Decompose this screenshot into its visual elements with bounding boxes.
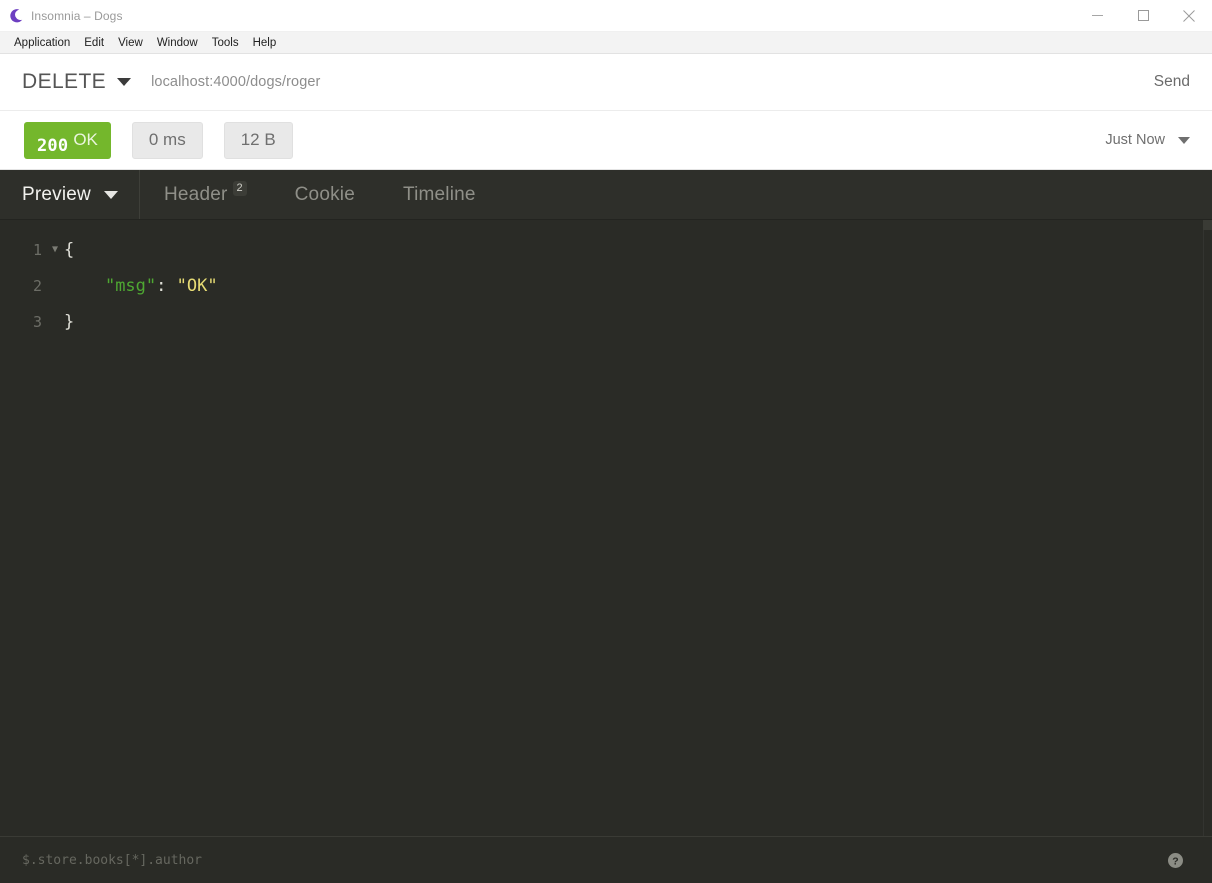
code-line: 1 ▼ {: [0, 232, 1212, 268]
response-history-label: Just Now: [1105, 132, 1165, 148]
tab-preview-label: Preview: [22, 183, 91, 205]
method-label: DELETE: [22, 70, 107, 93]
response-size-badge[interactable]: 12 B: [223, 121, 293, 159]
json-value: "OK": [176, 276, 218, 296]
question-mark-circle-icon[interactable]: ?: [1167, 852, 1184, 869]
tab-timeline-label: Timeline: [402, 183, 476, 205]
fold-arrow-icon[interactable]: ▼: [46, 232, 64, 268]
tab-preview[interactable]: Preview: [0, 170, 140, 219]
status-code: 200: [37, 136, 69, 156]
status-badge[interactable]: 200 OK: [24, 121, 111, 159]
insomnia-moon-icon: [10, 8, 23, 22]
response-history-dropdown[interactable]: Just Now: [1105, 132, 1212, 148]
chevron-down-icon: [103, 190, 118, 199]
menu-item-edit[interactable]: Edit: [77, 34, 111, 52]
maximize-button[interactable]: [1120, 0, 1166, 31]
window-title: Insomnia – Dogs: [31, 8, 123, 23]
line-number: 2: [32, 277, 42, 295]
response-time-badge[interactable]: 0 ms: [131, 121, 203, 159]
tab-cookie[interactable]: Cookie: [271, 170, 379, 219]
menu-item-view[interactable]: View: [111, 34, 150, 52]
title-bar-left: Insomnia – Dogs: [0, 8, 123, 24]
code-line: 3 }: [0, 304, 1212, 340]
json-key: "msg": [104, 276, 157, 296]
tab-cookie-label: Cookie: [294, 183, 355, 205]
menu-item-window[interactable]: Window: [150, 34, 205, 52]
status-text: OK: [73, 130, 98, 149]
menu-item-tools[interactable]: Tools: [205, 34, 246, 52]
request-url-bar: DELETE localhost:4000/dogs/roger Send: [0, 54, 1212, 111]
svg-text:?: ?: [1172, 855, 1178, 867]
json-close-brace: }: [64, 312, 75, 332]
header-count-badge: 2: [232, 181, 247, 196]
chevron-down-icon: [1178, 136, 1190, 144]
line-number: 3: [32, 313, 42, 331]
filter-input[interactable]: [22, 852, 722, 868]
minimize-icon: [1091, 15, 1103, 16]
menu-item-help[interactable]: Help: [246, 34, 284, 52]
response-filter-bar: ?: [0, 836, 1212, 883]
line-number: 1: [32, 241, 42, 259]
code-line: 2 "msg" : "OK": [0, 268, 1212, 304]
insomnia-window: Insomnia – Dogs Application Edit View Wi…: [0, 0, 1212, 883]
response-tab-bar: Preview Header 2 Cookie Timeline: [0, 170, 1212, 220]
close-icon: [1183, 9, 1195, 22]
tab-timeline[interactable]: Timeline: [379, 170, 500, 219]
json-open-brace: {: [64, 240, 75, 260]
send-button[interactable]: Send: [1154, 73, 1212, 91]
maximize-icon: [1137, 10, 1149, 21]
json-code-block: 1 ▼ { 2 "msg" : "OK" 3 }: [0, 220, 1212, 836]
close-button[interactable]: [1166, 0, 1212, 31]
menu-bar: Application Edit View Window Tools Help: [0, 32, 1212, 54]
response-body-viewer[interactable]: 1 ▼ { 2 "msg" : "OK" 3 }: [0, 220, 1212, 836]
window-controls: [1074, 0, 1212, 31]
response-status-bar: 200 OK 0 ms 12 B Just Now: [0, 111, 1212, 170]
title-bar: Insomnia – Dogs: [0, 0, 1212, 32]
tab-header-label: Header: [163, 183, 228, 205]
menu-item-application[interactable]: Application: [7, 34, 77, 52]
tab-header[interactable]: Header 2: [140, 170, 271, 219]
scrollbar-thumb[interactable]: [1203, 220, 1212, 230]
minimize-button[interactable]: [1074, 0, 1120, 31]
scrollbar-track: [1203, 220, 1204, 836]
url-input[interactable]: localhost:4000/dogs/roger: [151, 74, 1154, 90]
method-selector[interactable]: DELETE: [0, 70, 132, 94]
json-colon: :: [156, 276, 177, 296]
chevron-down-icon: [117, 78, 132, 86]
